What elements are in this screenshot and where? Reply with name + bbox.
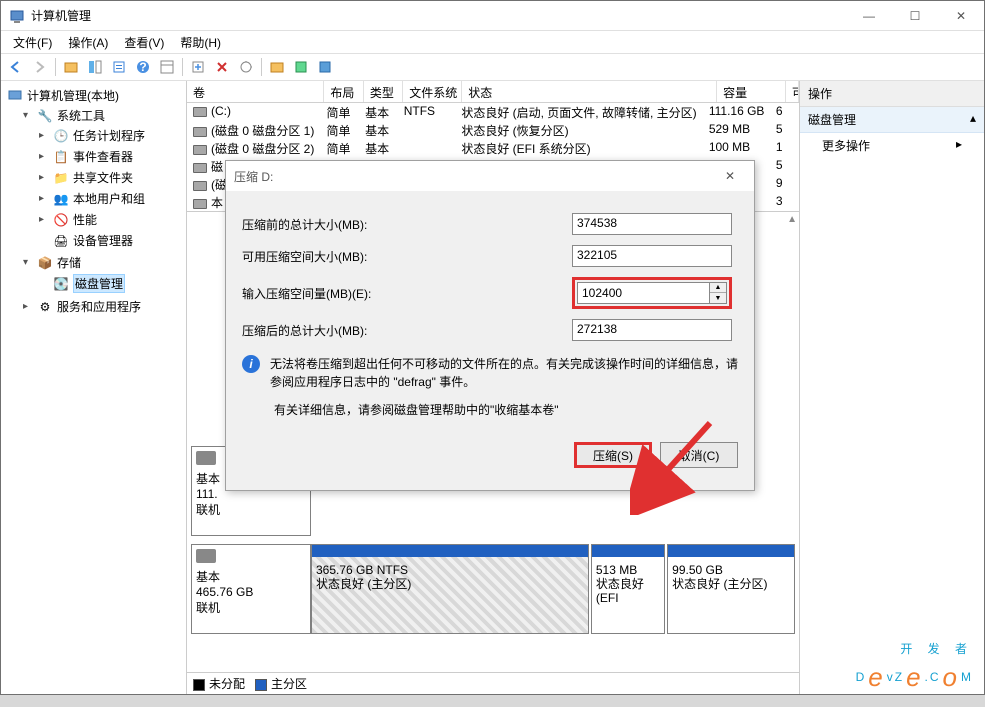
actions-header: 操作 [800, 81, 984, 107]
back-button[interactable] [5, 56, 27, 78]
tree-task-scheduler[interactable]: ▸🕒任务计划程序 [37, 126, 186, 145]
info-icon: i [242, 355, 260, 373]
tools-icon: 🔧 [37, 108, 53, 124]
column-header[interactable]: 状态 [462, 81, 717, 102]
app-icon [9, 8, 25, 24]
toolbar-icon[interactable] [60, 56, 82, 78]
partition[interactable]: 99.50 GB状态良好 (主分区) [667, 544, 795, 634]
tree-label: 计算机管理(本地) [27, 87, 119, 104]
partition[interactable]: 513 MB状态良好 (EFI [591, 544, 665, 634]
toolbar: ? [1, 53, 984, 81]
tree-root[interactable]: 计算机管理(本地) [5, 86, 186, 105]
maximize-button[interactable]: ☐ [892, 1, 938, 31]
spin-down-icon[interactable]: ▼ [710, 293, 726, 303]
cancel-button[interactable]: 取消(C) [660, 442, 738, 468]
dialog-close-button[interactable]: ✕ [714, 164, 746, 188]
menu-action[interactable]: 操作(A) [60, 32, 116, 53]
spinner-buttons[interactable]: ▲▼ [709, 282, 727, 304]
shrink-amount-input[interactable] [577, 282, 709, 304]
navigation-tree[interactable]: 计算机管理(本地) ▾🔧系统工具 ▸🕒任务计划程序 ▸📋事件查看器 ▸📁共享文件… [1, 81, 187, 694]
toolbar-icon[interactable] [84, 56, 106, 78]
dialog-info-text: 无法将卷压缩到超出任何不可移动的文件所在的点。有关完成该操作时间的详细信息，请参… [270, 355, 738, 391]
column-header[interactable]: 类型 [364, 81, 403, 102]
folder-icon: 📁 [53, 170, 69, 186]
toolbar-icon[interactable] [290, 56, 312, 78]
toolbar-icon[interactable] [187, 56, 209, 78]
tree-local-users[interactable]: ▸👥本地用户和组 [37, 189, 186, 208]
help-icon[interactable]: ? [132, 56, 154, 78]
perf-icon: 🚫 [53, 212, 69, 228]
tree-services-apps[interactable]: ▸⚙服务和应用程序 [21, 297, 186, 316]
close-button[interactable]: ✕ [938, 1, 984, 31]
tree-storage[interactable]: ▾📦存储 [21, 253, 186, 272]
actions-panel: 操作 磁盘管理▴ 更多操作▸ [800, 81, 984, 694]
total-before-value: 374538 [572, 213, 732, 235]
shrink-amount-label: 输入压缩空间量(MB)(E): [242, 285, 572, 302]
table-row[interactable]: (磁盘 0 磁盘分区 2)简单基本状态良好 (EFI 系统分区)100 MB1 [187, 139, 799, 157]
tree-event-viewer[interactable]: ▸📋事件查看器 [37, 147, 186, 166]
menu-file[interactable]: 文件(F) [5, 32, 60, 53]
available-shrink-label: 可用压缩空间大小(MB): [242, 248, 572, 265]
tree-system-tools[interactable]: ▾🔧系统工具 [21, 106, 186, 125]
table-row[interactable]: (磁盘 0 磁盘分区 1)简单基本状态良好 (恢复分区)529 MB5 [187, 121, 799, 139]
total-after-label: 压缩后的总计大小(MB): [242, 322, 572, 339]
legend-unallocated: 未分配 [193, 675, 245, 692]
toolbar-icon[interactable] [266, 56, 288, 78]
minimize-button[interactable]: — [846, 1, 892, 31]
column-header[interactable]: 布局 [324, 81, 363, 102]
watermark: 开 发 者 DevZe.CoM [856, 635, 973, 691]
tree-shared-folders[interactable]: ▸📁共享文件夹 [37, 168, 186, 187]
forward-button[interactable] [29, 56, 51, 78]
event-icon: 📋 [53, 149, 69, 165]
device-icon: 🖨 [53, 233, 69, 249]
computer-icon [7, 88, 23, 104]
column-header[interactable]: 可 [786, 81, 799, 102]
collapse-icon: ▴ [970, 111, 976, 128]
table-row[interactable]: (C:)简单基本NTFS状态良好 (启动, 页面文件, 故障转储, 主分区)11… [187, 103, 799, 121]
window-title: 计算机管理 [31, 7, 846, 24]
legend-primary: 主分区 [255, 675, 307, 692]
menubar: 文件(F) 操作(A) 查看(V) 帮助(H) [1, 31, 984, 53]
toolbar-icon[interactable] [235, 56, 257, 78]
legend: 未分配 主分区 [187, 672, 799, 694]
tree-performance[interactable]: ▸🚫性能 [37, 210, 186, 229]
actions-section[interactable]: 磁盘管理▴ [800, 107, 984, 133]
users-icon: 👥 [53, 191, 69, 207]
disk-icon: 💽 [53, 276, 69, 292]
available-shrink-value: 322105 [572, 245, 732, 267]
grid-header: 卷 布局 类型 文件系统 状态 容量 可 [187, 81, 799, 103]
total-before-label: 压缩前的总计大小(MB): [242, 216, 572, 233]
total-after-value: 272138 [572, 319, 732, 341]
svg-text:?: ? [139, 60, 146, 74]
partition[interactable]: 365.76 GB NTFS状态良好 (主分区) [311, 544, 589, 634]
toolbar-icon[interactable] [156, 56, 178, 78]
shrink-button[interactable]: 压缩(S) [574, 442, 652, 468]
toolbar-icon[interactable] [108, 56, 130, 78]
titlebar: 计算机管理 — ☐ ✕ [1, 1, 984, 31]
shrink-dialog: 压缩 D: ✕ 压缩前的总计大小(MB): 374538 可用压缩空间大小(MB… [225, 160, 755, 491]
services-icon: ⚙ [37, 299, 53, 315]
column-header[interactable]: 卷 [187, 81, 324, 102]
spin-up-icon[interactable]: ▲ [710, 283, 726, 293]
dialog-titlebar: 压缩 D: ✕ [226, 161, 754, 191]
menu-help[interactable]: 帮助(H) [172, 32, 229, 53]
dialog-help-text: 有关详细信息，请参阅磁盘管理帮助中的"收缩基本卷" [274, 401, 738, 418]
tree-disk-management[interactable]: 💽磁盘管理 [37, 273, 186, 294]
column-header[interactable]: 容量 [717, 81, 786, 102]
actions-more[interactable]: 更多操作▸ [800, 133, 984, 158]
storage-icon: 📦 [37, 255, 53, 271]
menu-view[interactable]: 查看(V) [116, 32, 172, 53]
disk-label[interactable]: 基本 465.76 GB 联机 [191, 544, 311, 634]
toolbar-icon[interactable] [314, 56, 336, 78]
tree-device-manager[interactable]: 🖨设备管理器 [37, 231, 186, 250]
column-header[interactable]: 文件系统 [403, 81, 462, 102]
chevron-right-icon: ▸ [956, 137, 962, 154]
scheduler-icon: 🕒 [53, 128, 69, 144]
disk-icon [196, 549, 216, 563]
delete-icon[interactable] [211, 56, 233, 78]
disk-icon [196, 451, 216, 465]
dialog-title: 压缩 D: [234, 168, 714, 185]
